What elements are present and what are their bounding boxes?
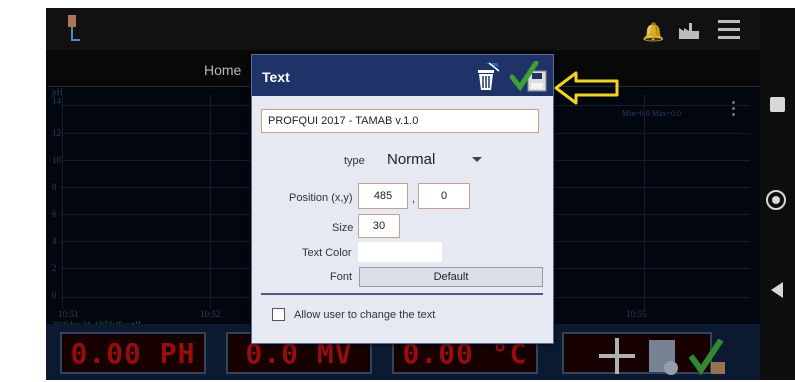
text-color-label: Text Color [302, 247, 352, 259]
save-check-icon[interactable] [510, 61, 548, 93]
recent-apps-button[interactable] [770, 97, 785, 112]
allow-change-label: Allow user to change the text [294, 309, 436, 321]
size-input[interactable]: 30 [358, 214, 400, 238]
font-label: Font [330, 271, 353, 283]
chevron-down-icon[interactable] [472, 157, 482, 162]
type-label: type [344, 155, 365, 167]
dialog-header: Text [252, 55, 553, 96]
app-screen: 🔔 Home pH 14 12 10 8 6 4 2 0 10:51 10:52… [46, 8, 760, 380]
position-separator: , [412, 193, 416, 205]
text-color-swatch[interactable] [358, 242, 442, 262]
text-value-input[interactable]: PROFQUI 2017 - TAMAB v.1.0 [261, 109, 539, 133]
position-y-input[interactable]: 0 [418, 183, 470, 209]
size-label: Size [332, 222, 354, 234]
text-dialog: Text PROFQUI 2017 - TAMAB v.1.0 type Nor… [251, 54, 554, 344]
position-x-input[interactable]: 485 [358, 183, 408, 209]
phone-frame: 🔔 Home pH 14 12 10 8 6 4 2 0 10:51 10:52… [0, 0, 795, 382]
allow-change-checkbox[interactable] [272, 308, 285, 321]
position-label: Position (x,y) [289, 192, 353, 204]
type-select[interactable]: Normal [387, 151, 435, 168]
back-button[interactable] [771, 282, 783, 298]
dialog-title: Text [262, 69, 290, 85]
dialog-divider [261, 293, 543, 295]
trash-icon[interactable] [475, 61, 501, 91]
home-button[interactable] [766, 190, 786, 210]
font-button[interactable]: Default [359, 267, 543, 287]
arrow-left-icon [554, 71, 619, 105]
